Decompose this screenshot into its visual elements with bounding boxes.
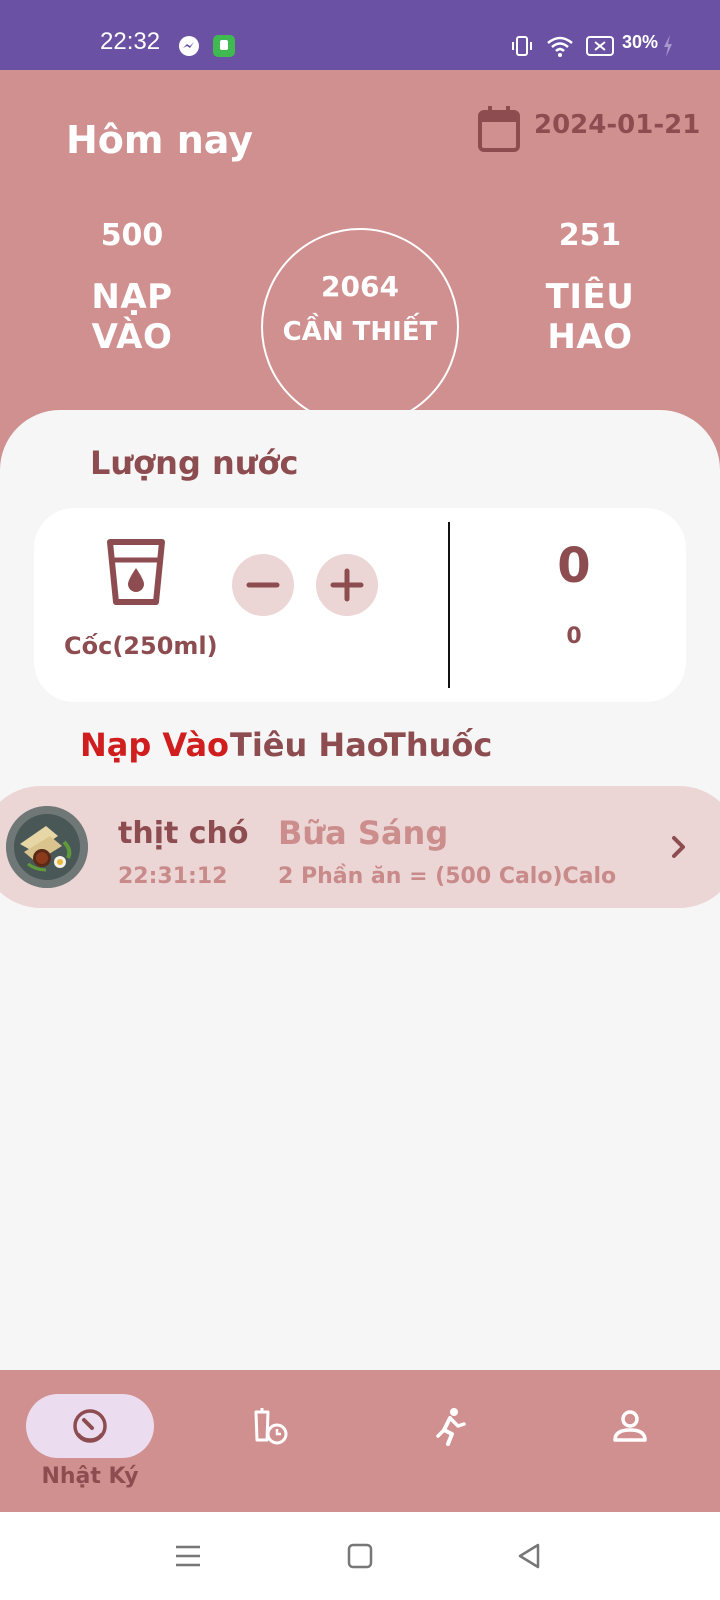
calendar-icon[interactable] — [478, 106, 520, 152]
battery-percent: 30% — [622, 32, 659, 52]
nav-item-exercise[interactable] — [360, 1370, 540, 1512]
plus-icon — [330, 568, 364, 602]
running-icon — [436, 1408, 466, 1446]
tab-medicine[interactable]: Thuốc — [384, 726, 492, 764]
water-card: Cốc(250ml) 0 0 — [34, 508, 686, 702]
bottom-navigation: Nhật Ký — [0, 1370, 720, 1512]
app-notification-icon — [213, 35, 235, 57]
page-title: Hôm nay — [66, 118, 254, 162]
vibrate-icon — [512, 36, 532, 56]
food-entry-row[interactable]: thịt chó 22:31:12 Bữa Sáng 2 Phần ăn = (… — [0, 786, 720, 908]
content-panel: Lượng nước Cốc(250ml) 0 0 Nạp Vào Tiêu H… — [0, 410, 720, 1370]
required-label: CẦN THIẾT — [282, 317, 438, 347]
date-label[interactable]: 2024-01-21 — [534, 110, 700, 140]
water-section-title: Lượng nước — [90, 444, 299, 482]
minus-icon — [246, 582, 280, 588]
profile-icon — [613, 1410, 647, 1442]
decrease-water-button[interactable] — [232, 554, 294, 616]
food-thumbnail — [6, 806, 88, 888]
tab-intake[interactable]: Nạp Vào — [80, 726, 229, 764]
food-name: thịt chó — [118, 816, 249, 851]
intake-label: NẠP VÀO — [91, 277, 173, 357]
burned-value: 251 — [558, 218, 622, 253]
charging-icon — [664, 35, 672, 57]
food-timer-icon — [254, 1408, 288, 1445]
cup-size-label: Cốc(250ml) — [64, 632, 218, 660]
wifi-icon — [547, 36, 573, 57]
required-calories-circle: 2064 CẦN THIẾT — [261, 228, 459, 426]
intake-stat: 500 NẠP VÀO — [50, 218, 214, 357]
water-amount: 0 — [566, 624, 582, 649]
food-time: 22:31:12 — [118, 864, 228, 889]
burned-label: TIÊU HAO — [545, 277, 635, 357]
tab-burned[interactable]: Tiêu Hao — [230, 726, 389, 764]
status-time: 22:32 — [100, 28, 161, 55]
nav-item-food[interactable] — [180, 1370, 360, 1512]
required-value: 2064 — [321, 270, 399, 303]
nav-item-diary[interactable]: Nhật Ký — [0, 1370, 180, 1512]
vertical-divider — [448, 522, 450, 688]
nav-active-indicator — [26, 1394, 154, 1458]
nav-label-diary: Nhật Ký — [41, 1464, 139, 1489]
food-plate-icon — [6, 806, 88, 888]
status-bar: 22:32 30% — [0, 0, 720, 70]
burned-stat: 251 TIÊU HAO — [508, 218, 672, 357]
intake-value: 500 — [100, 218, 164, 253]
system-navigation-bar — [0, 1512, 720, 1600]
back-icon[interactable] — [512, 1538, 548, 1574]
nav-item-profile[interactable] — [540, 1370, 720, 1512]
messenger-icon — [179, 36, 199, 56]
diary-gauge-icon — [73, 1409, 107, 1443]
water-cup-icon — [107, 539, 165, 605]
battery-saver-icon — [586, 36, 614, 56]
meal-type: Bữa Sáng — [278, 814, 449, 852]
increase-water-button[interactable] — [316, 554, 378, 616]
chevron-right-icon — [672, 836, 685, 858]
food-portion-detail: 2 Phần ăn = (500 Calo)Calo — [278, 864, 617, 889]
water-count: 0 — [557, 538, 591, 594]
menu-icon[interactable] — [170, 1538, 206, 1574]
home-icon[interactable] — [342, 1538, 378, 1574]
